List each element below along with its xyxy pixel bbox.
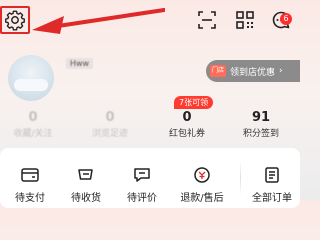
- coupon-available-badge: 7张可领: [174, 96, 214, 109]
- scan-button[interactable]: [196, 9, 218, 31]
- truck-icon: [78, 169, 93, 180]
- red-arrow-annotation: [32, 8, 165, 34]
- order-label: 全部订单: [252, 193, 292, 204]
- avatar[interactable]: [8, 55, 54, 101]
- order-pending-receipt[interactable]: 待收货: [64, 166, 108, 204]
- stat-label: 积分签到: [242, 129, 279, 139]
- store-coupon-button[interactable]: 门店 领到店优惠 ›: [206, 60, 300, 82]
- order-pending-review[interactable]: 待评价: [120, 166, 164, 204]
- order-pending-payment[interactable]: 待支付: [8, 166, 52, 204]
- messages-button[interactable]: 6: [270, 9, 292, 31]
- stat-value: 0: [182, 110, 192, 125]
- stat-value: 91: [251, 110, 271, 125]
- qrcode-icon: [236, 11, 254, 29]
- wallet-icon: [21, 168, 39, 182]
- order-refund[interactable]: 退款/售后: [176, 166, 228, 204]
- stat-value: 0: [105, 110, 115, 125]
- stat-points[interactable]: 91 积分签到: [236, 110, 286, 139]
- scan-icon: [198, 11, 216, 29]
- chevron-right-icon: ›: [279, 66, 283, 76]
- store-coupon-label: 领到店优惠: [230, 67, 276, 78]
- comment-icon: [134, 168, 150, 182]
- stat-favorites[interactable]: 0 收藏/关注: [8, 110, 58, 139]
- order-label: 待评价: [127, 193, 157, 204]
- stat-coupons[interactable]: 0 红包礼券: [162, 110, 212, 139]
- store-tag: 门店: [210, 65, 227, 77]
- stat-label: 浏览足迹: [91, 129, 128, 139]
- stat-history[interactable]: 0 浏览足迹: [85, 110, 135, 139]
- qrcode-button[interactable]: [234, 9, 256, 31]
- order-all[interactable]: 全部订单: [248, 166, 296, 204]
- stat-label: 收藏/关注: [13, 129, 53, 139]
- username[interactable]: Hww: [66, 58, 94, 69]
- message-count-badge: 6: [280, 13, 292, 25]
- gear-icon: [5, 10, 25, 31]
- divider: [240, 160, 241, 196]
- order-label: 待支付: [15, 193, 45, 204]
- settings-button[interactable]: [0, 6, 30, 34]
- stat-label: 红包礼券: [168, 129, 205, 139]
- stat-value: 0: [28, 110, 38, 125]
- order-label: 退款/售后: [180, 193, 224, 204]
- order-label: 待收货: [71, 193, 101, 204]
- refund-icon: [194, 167, 210, 183]
- order-list-icon: [265, 167, 279, 183]
